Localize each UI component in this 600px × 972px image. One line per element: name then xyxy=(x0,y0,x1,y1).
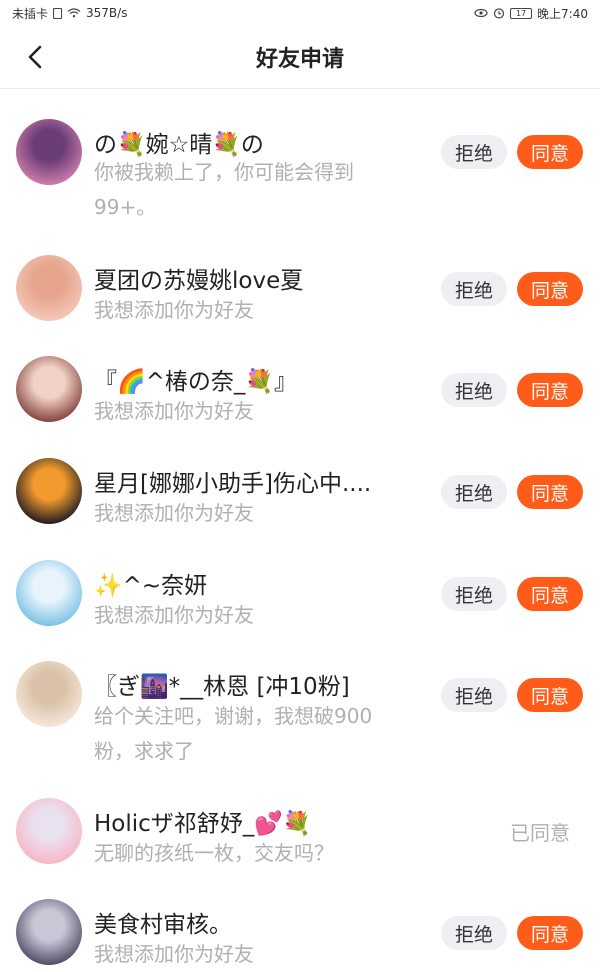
avatar[interactable] xyxy=(16,458,82,524)
avatar[interactable] xyxy=(16,255,82,321)
request-message: 给个关注吧，谢谢，我想破900 粉，求求了 xyxy=(94,704,373,763)
status-left: 未插卡 357B/s xyxy=(12,5,127,22)
accepted-status: 已同意 xyxy=(510,821,570,845)
accept-button[interactable]: 同意 xyxy=(517,272,583,306)
accept-button[interactable]: 同意 xyxy=(517,135,583,169)
reject-button[interactable]: 拒绝 xyxy=(441,916,507,950)
accept-button[interactable]: 同意 xyxy=(517,916,583,950)
avatar[interactable] xyxy=(16,560,82,626)
request-message: 我想添加你为好友 xyxy=(94,399,254,423)
wifi-icon xyxy=(67,8,81,18)
request-message: 我想添加你为好友 xyxy=(94,603,254,627)
request-message: 无聊的孩纸一枚，交友吗？ xyxy=(94,841,334,865)
reject-button[interactable]: 拒绝 xyxy=(441,272,507,306)
avatar[interactable] xyxy=(16,661,82,727)
accept-button[interactable]: 同意 xyxy=(517,373,583,407)
accept-button[interactable]: 同意 xyxy=(517,577,583,611)
requester-name: Holicザ祁舒妤_💕💐 xyxy=(94,811,312,837)
status-bar: 未插卡 357B/s 17 晚上7:40 xyxy=(0,0,600,26)
app-header: 好友申请 xyxy=(0,26,600,89)
reject-button[interactable]: 拒绝 xyxy=(441,678,507,712)
reject-button[interactable]: 拒绝 xyxy=(441,373,507,407)
requester-name: 〖ぎ🌆*__林恩 [冲10粉] xyxy=(94,674,350,700)
requester-name: 星月[娜娜小助手]伤心中.... xyxy=(94,471,372,497)
requester-name: 『🌈^椿の奈_💐』 xyxy=(94,369,298,395)
eye-icon xyxy=(474,8,488,18)
requester-name: ✨^~奈妍 xyxy=(94,573,208,599)
accept-button[interactable]: 同意 xyxy=(517,475,583,509)
avatar[interactable] xyxy=(16,798,82,864)
avatar[interactable] xyxy=(16,356,82,422)
reject-button[interactable]: 拒绝 xyxy=(441,577,507,611)
battery-icon: 17 xyxy=(510,7,533,19)
request-message: 你被我赖上了，你可能会得到 99+。 xyxy=(94,160,354,219)
requester-name: 夏团の苏嫚姚love夏 xyxy=(94,268,304,294)
sim-icon xyxy=(53,7,63,19)
battery-level: 17 xyxy=(515,8,527,18)
avatar[interactable] xyxy=(16,119,82,185)
network-speed: 357B/s xyxy=(86,6,128,20)
accept-button[interactable]: 同意 xyxy=(517,678,583,712)
request-message: 我想添加你为好友 xyxy=(94,298,254,322)
status-right: 17 晚上7:40 xyxy=(474,5,588,22)
reject-button[interactable]: 拒绝 xyxy=(441,135,507,169)
page-title: 好友申请 xyxy=(255,47,344,72)
reject-button[interactable]: 拒绝 xyxy=(441,475,507,509)
clock: 晚上7:40 xyxy=(537,6,588,21)
alarm-icon xyxy=(493,8,505,19)
request-message: 我想添加你为好友 xyxy=(94,501,254,525)
requester-name: 美食村审核。 xyxy=(94,912,232,938)
back-arrow-icon[interactable] xyxy=(18,40,52,74)
request-message: 我想添加你为好友 xyxy=(94,942,254,966)
carrier-text: 未插卡 xyxy=(12,6,49,21)
requester-name: の💐婉☆晴💐の xyxy=(94,132,264,158)
avatar[interactable] xyxy=(16,899,82,965)
